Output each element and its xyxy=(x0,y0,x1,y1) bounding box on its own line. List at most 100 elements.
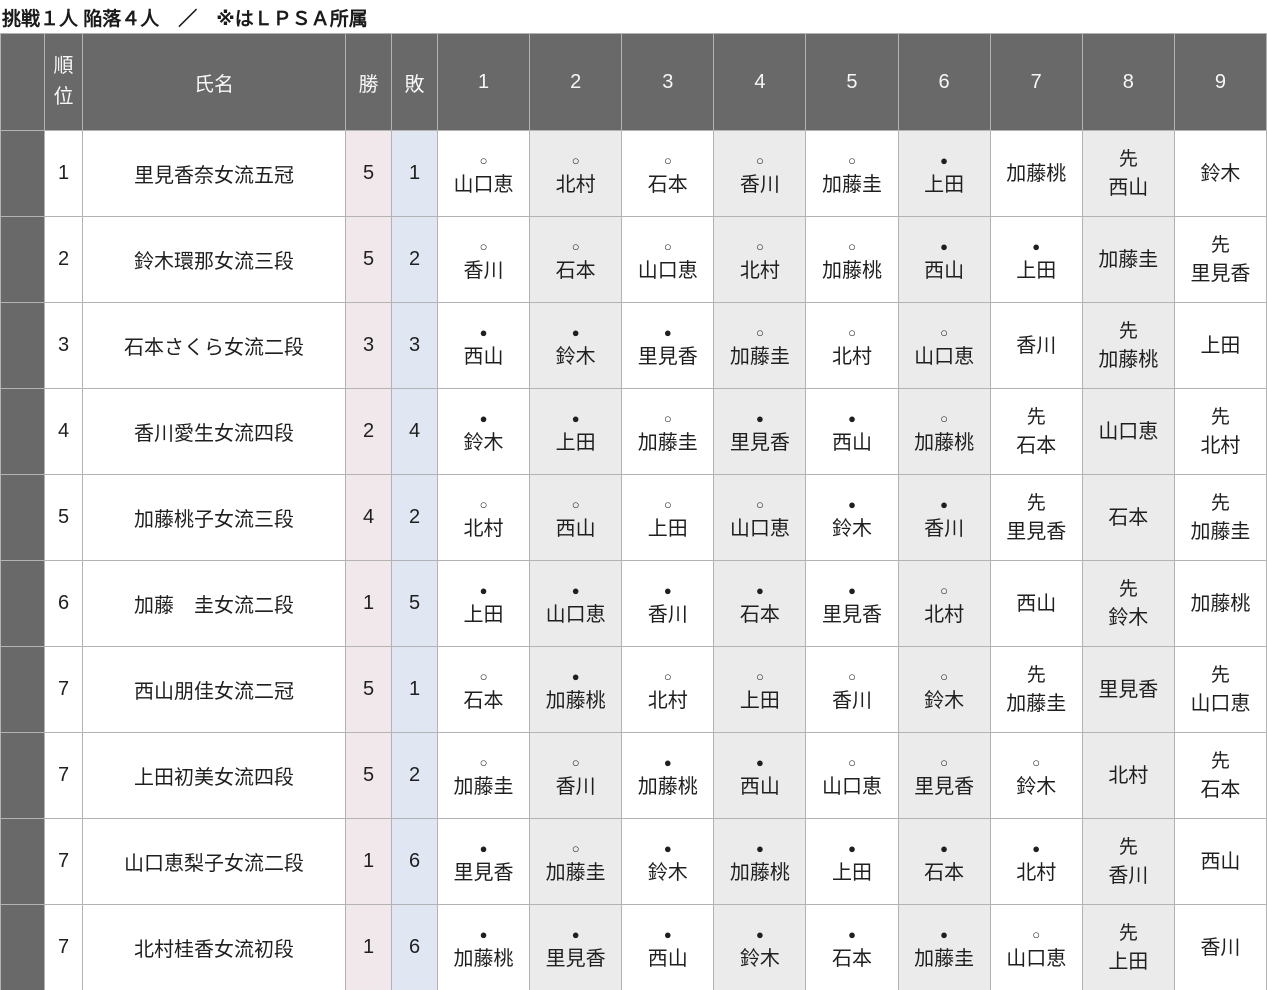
rank-cell: 7 xyxy=(44,818,83,905)
loss-mark-icon: ● xyxy=(571,410,580,426)
opponent-name: 山口恵 xyxy=(453,173,514,196)
opponent-name: 香川 xyxy=(1200,936,1241,959)
result-cell: ● 加藤桃 xyxy=(529,646,623,733)
player-name-cell: 加藤 圭女流二段 xyxy=(82,560,346,647)
loss-mark-icon: ● xyxy=(479,840,488,856)
header-round-3: 3 xyxy=(621,33,715,131)
result-cell: ○ 加藤圭 xyxy=(529,818,623,905)
loss-mark-icon: ● xyxy=(1032,238,1041,254)
standings-page: 挑戦１人 陥落４人 ／ ※はＬＰＳＡ所属 順位 氏名 勝 敗 1 2 3 4 5… xyxy=(0,0,1267,990)
wins-cell: 5 xyxy=(345,130,392,217)
player-name-cell: 山口恵梨子女流二段 xyxy=(82,818,346,905)
opponent-name: 山口恵 xyxy=(545,603,606,626)
win-mark-icon: ○ xyxy=(663,152,672,168)
wins-cell: 5 xyxy=(345,732,392,819)
rank-cell: 7 xyxy=(44,732,83,819)
opponent-name: 山口恵 xyxy=(1190,693,1251,715)
opponent-name: 鈴木 xyxy=(739,947,780,970)
opponent-name: 加藤桃 xyxy=(729,861,790,884)
result-cell: 里見香 xyxy=(1081,646,1175,733)
rank-cell: 5 xyxy=(44,474,83,561)
row-accent-cell xyxy=(0,646,45,733)
table-row: 3 石本さくら女流二段 3 3 ● 西山 ● 鈴木 ● 里見香 ○ 加藤圭 ○ 北村 ○ 山口恵 香川 先… xyxy=(0,302,1267,389)
result-cell: ● 西山 xyxy=(621,904,715,990)
opponent-name: 山口恵 xyxy=(914,345,975,368)
result-cell: 上田 xyxy=(1173,302,1267,389)
player-name-cell: 加藤桃子女流三段 xyxy=(82,474,346,561)
loss-mark-icon: ● xyxy=(755,840,764,856)
win-mark-icon: ○ xyxy=(571,754,580,770)
result-cell: 山口恵 xyxy=(1081,388,1175,475)
result-cell: ● 上田 xyxy=(897,130,991,217)
win-mark-icon: ○ xyxy=(848,754,856,770)
row-accent-cell xyxy=(0,302,45,389)
result-cell: ○ 石本 xyxy=(621,130,715,217)
losses-cell: 2 xyxy=(391,732,438,819)
opponent-name: 鈴木 xyxy=(1016,775,1057,798)
header-losses: 敗 xyxy=(391,33,438,131)
opponent-name: 北村 xyxy=(555,173,596,196)
wins-cell: 5 xyxy=(345,646,392,733)
result-cell: ○ 里見香 xyxy=(897,732,991,819)
win-mark-icon: ○ xyxy=(848,152,856,168)
player-name-cell: 石本さくら女流二段 xyxy=(82,302,346,389)
opponent-name: 北村 xyxy=(647,689,688,712)
opponent-name: 加藤圭 xyxy=(453,775,514,798)
result-cell: ○ 香川 xyxy=(713,130,807,217)
losses-cell: 3 xyxy=(391,302,438,389)
losses-cell: 6 xyxy=(391,904,438,990)
opponent-name: 石本 xyxy=(1200,779,1241,801)
opponent-name: 北村 xyxy=(739,259,780,282)
losses-cell: 5 xyxy=(391,560,438,647)
result-cell: ○ 加藤圭 xyxy=(713,302,807,389)
opponent-name: 里見香 xyxy=(1098,678,1159,701)
opponent-name: 鈴木 xyxy=(924,689,965,712)
result-cell: ○ 香川 xyxy=(436,216,531,303)
opponent-name: 香川 xyxy=(463,259,504,282)
rank-cell: 6 xyxy=(44,560,83,647)
sente-label: 先 xyxy=(1118,321,1138,342)
opponent-name: 加藤桃 xyxy=(545,689,606,712)
result-cell: 西山 xyxy=(989,560,1083,647)
opponent-name: 上田 xyxy=(555,431,596,454)
opponent-name: 加藤桃 xyxy=(1190,592,1251,615)
win-mark-icon: ○ xyxy=(848,238,856,254)
standings-table: 順位 氏名 勝 敗 1 2 3 4 5 6 7 8 9 1 里見香奈女流五冠 5… xyxy=(0,33,1267,990)
result-cell: ○ 山口恵 xyxy=(621,216,715,303)
result-cell: 先鈴木 xyxy=(1081,560,1175,647)
opponent-name: 北村 xyxy=(463,517,504,540)
result-cell: ● 鈴木 xyxy=(621,818,715,905)
win-mark-icon: ○ xyxy=(479,152,488,168)
win-mark-icon: ○ xyxy=(755,152,764,168)
win-mark-icon: ○ xyxy=(940,754,949,770)
result-cell: ○ 鈴木 xyxy=(989,732,1083,819)
loss-mark-icon: ● xyxy=(848,582,856,598)
opponent-name: 香川 xyxy=(647,603,688,626)
win-mark-icon: ○ xyxy=(663,238,672,254)
opponent-name: 山口恵 xyxy=(637,259,698,282)
loss-mark-icon: ● xyxy=(940,238,949,254)
opponent-name: 鈴木 xyxy=(831,517,872,540)
header-round-8: 8 xyxy=(1081,33,1175,131)
result-cell: ● 里見香 xyxy=(621,302,715,389)
opponent-name: 里見香 xyxy=(545,947,606,970)
opponent-name: 加藤圭 xyxy=(545,861,606,884)
opponent-name: 加藤圭 xyxy=(637,431,698,454)
result-cell: 香川 xyxy=(1173,904,1267,990)
win-mark-icon: ○ xyxy=(940,410,949,426)
opponent-name: 鈴木 xyxy=(463,431,504,454)
losses-cell: 2 xyxy=(391,216,438,303)
win-mark-icon: ○ xyxy=(940,582,949,598)
opponent-name: 加藤圭 xyxy=(729,345,790,368)
result-cell: 先山口恵 xyxy=(1173,646,1267,733)
loss-mark-icon: ● xyxy=(755,926,764,942)
win-mark-icon: ○ xyxy=(479,754,488,770)
result-cell: ○ 香川 xyxy=(805,646,899,733)
loss-mark-icon: ● xyxy=(940,840,949,856)
win-mark-icon: ○ xyxy=(848,324,856,340)
opponent-name: 里見香 xyxy=(729,431,790,454)
rank-cell: 1 xyxy=(44,130,83,217)
opponent-name: 石本 xyxy=(647,173,688,196)
losses-cell: 6 xyxy=(391,818,438,905)
header-rank: 順位 xyxy=(44,33,83,131)
